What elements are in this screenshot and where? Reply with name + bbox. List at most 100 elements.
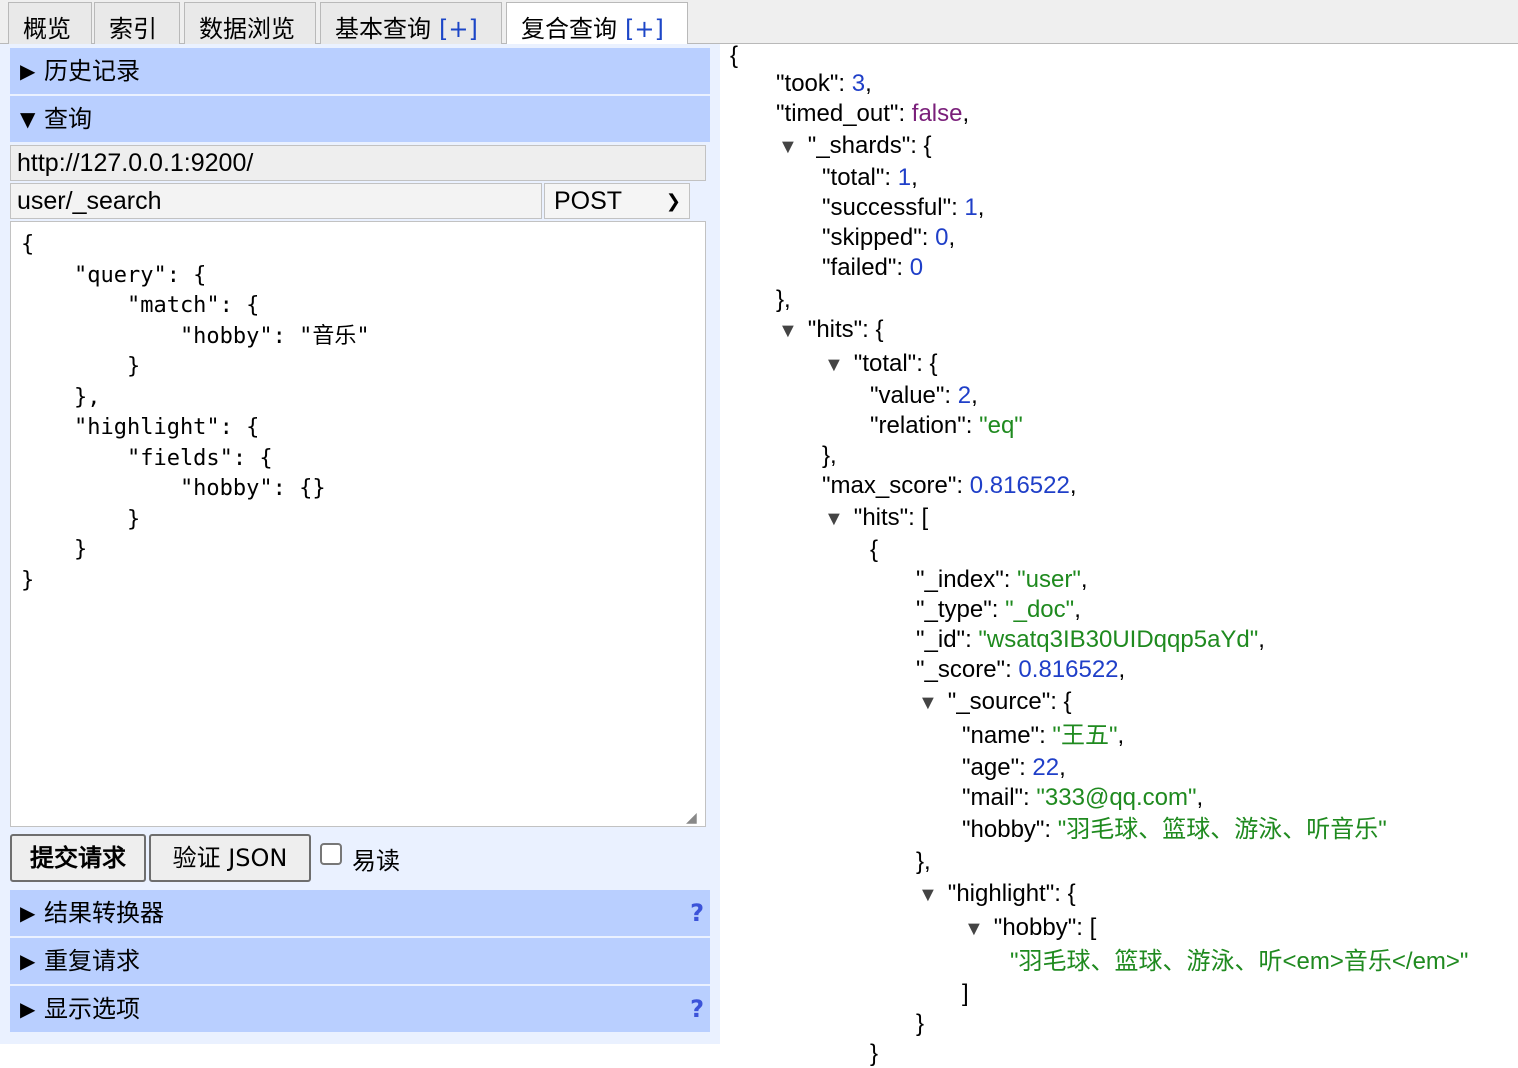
- json-line-score: "_score": 0.816522,: [916, 656, 1126, 683]
- json-line-shards-total: "total": 1,: [822, 164, 918, 191]
- json-value: 3: [851, 70, 866, 97]
- tab-label: 基本查询: [335, 15, 431, 43]
- json-line-index: "_index": "user",: [916, 566, 1088, 593]
- tab-basic-query[interactable]: 基本查询 [+]: [320, 2, 502, 44]
- tab-compound-query[interactable]: 复合查询 [+]: [506, 2, 688, 45]
- json-line-value: "value": 2,: [870, 382, 978, 409]
- json-line-age: "age": 22,: [962, 754, 1066, 781]
- collapse-triangle-icon[interactable]: ▼: [778, 320, 798, 342]
- json-line-relation: "relation": "eq": [870, 412, 1023, 439]
- chevron-down-icon: ❯: [665, 191, 681, 211]
- help-icon[interactable]: ?: [690, 890, 704, 936]
- collapse-triangle-icon[interactable]: ▼: [778, 136, 798, 158]
- json-value: 0.816522: [969, 472, 1070, 499]
- json-line-highlight-hobby: ▼ "hobby": [: [964, 914, 1097, 941]
- json-value: 0: [909, 254, 924, 281]
- json-brace: }: [870, 1040, 879, 1067]
- json-line-shards: ▼ "_shards": {: [778, 132, 932, 159]
- json-line-hits-total: ▼ "total": {: [824, 350, 938, 377]
- json-value: 0: [935, 224, 949, 251]
- query-panel: ▶ 历史记录 ▼ 查询 POST ❯ { "query": { "match":…: [0, 44, 720, 1044]
- json-value: "333@qq.com": [1036, 784, 1197, 811]
- validate-json-button[interactable]: 验证 JSON: [149, 834, 311, 882]
- tab-indices[interactable]: 索引: [94, 2, 180, 44]
- readable-checkbox[interactable]: [320, 843, 342, 865]
- triangle-right-icon: ▶: [20, 901, 36, 925]
- section-label: 重复请求: [44, 947, 140, 975]
- json-value: false: [911, 100, 963, 127]
- readable-label: 易读: [352, 847, 400, 875]
- json-line-name: "name": "王五",: [962, 722, 1125, 749]
- section-label: 结果转换器: [44, 899, 164, 927]
- resize-handle-icon[interactable]: ◢: [686, 809, 697, 826]
- request-body-editor[interactable]: { "query": { "match": { "hobby": "音乐" } …: [10, 221, 706, 827]
- json-brace: {: [870, 536, 879, 563]
- json-line-shards-successful: "successful": 1,: [822, 194, 985, 221]
- method-value: POST: [554, 187, 623, 215]
- tab-add-link[interactable]: [+]: [625, 15, 664, 43]
- json-brace: }: [916, 1010, 925, 1037]
- tab-label: 复合查询: [521, 15, 617, 43]
- collapse-triangle-icon[interactable]: ▼: [918, 692, 938, 714]
- json-line-shards-skipped: "skipped": 0,: [822, 224, 956, 251]
- json-line-id: "_id": "wsatq3IB30UIDqqp5aYd",: [916, 626, 1265, 653]
- section-result-transformer[interactable]: ▶ 结果转换器 ?: [10, 890, 710, 936]
- tab-label: 概览: [23, 15, 71, 43]
- json-value: "eq": [979, 412, 1023, 439]
- json-line-highlight: ▼ "highlight": {: [918, 880, 1076, 907]
- triangle-right-icon: ▶: [20, 949, 36, 973]
- json-value: "羽毛球、篮球、游泳、听<em>音乐</em>": [1010, 948, 1469, 975]
- json-brace: },: [916, 848, 931, 875]
- tab-label: 索引: [109, 15, 157, 43]
- json-brace: {: [730, 42, 739, 69]
- json-line-hits: ▼ "hits": {: [778, 316, 884, 343]
- json-line-mail: "mail": "333@qq.com",: [962, 784, 1204, 811]
- json-value: "羽毛球、篮球、游泳、听音乐": [1057, 816, 1387, 843]
- json-line-max-score: "max_score": 0.816522,: [822, 472, 1077, 499]
- json-line-highlight-value: "羽毛球、篮球、游泳、听<em>音乐</em>": [1010, 948, 1468, 976]
- tab-add-link[interactable]: [+]: [439, 15, 478, 43]
- json-value: "王五": [1052, 722, 1118, 749]
- http-method-select[interactable]: POST ❯: [544, 183, 690, 219]
- section-display-options[interactable]: ▶ 显示选项 ?: [10, 986, 710, 1032]
- json-value: "_doc": [1005, 596, 1075, 623]
- json-line-source: ▼ "_source": {: [918, 688, 1072, 715]
- section-label: 显示选项: [44, 995, 140, 1023]
- collapse-triangle-icon[interactable]: ▼: [824, 508, 844, 530]
- json-value: "user": [1017, 566, 1081, 593]
- tab-browser[interactable]: 数据浏览: [184, 2, 316, 44]
- triangle-right-icon: ▶: [20, 59, 36, 83]
- json-line-shards-failed: "failed": 0: [822, 254, 924, 281]
- json-brace: },: [776, 286, 791, 313]
- submit-request-button[interactable]: 提交请求: [10, 834, 146, 882]
- collapse-triangle-icon[interactable]: ▼: [964, 918, 984, 940]
- json-value: 1: [897, 164, 912, 191]
- json-line-hits-array: ▼ "hits": [: [824, 504, 929, 531]
- json-value: 1: [964, 194, 978, 221]
- section-repeat-request[interactable]: ▶ 重复请求: [10, 938, 710, 984]
- json-line-hobby: "hobby": "羽毛球、篮球、游泳、听音乐": [962, 816, 1387, 843]
- json-brace: },: [822, 442, 837, 469]
- response-viewer: { "took": 3, "timed_out": false, ▼ "_shar…: [730, 38, 1518, 1068]
- section-query[interactable]: ▼ 查询: [10, 96, 710, 142]
- section-history[interactable]: ▶ 历史记录: [10, 48, 710, 94]
- tab-overview[interactable]: 概览: [8, 2, 92, 44]
- section-label: 查询: [44, 105, 92, 133]
- request-path-input[interactable]: [10, 183, 542, 219]
- json-value: 22: [1032, 754, 1060, 781]
- json-value: 0.816522: [1018, 656, 1119, 683]
- collapse-triangle-icon[interactable]: ▼: [918, 884, 938, 906]
- json-line-took: "took": 3,: [776, 70, 872, 97]
- triangle-right-icon: ▶: [20, 997, 36, 1021]
- triangle-down-icon: ▼: [20, 107, 36, 131]
- json-value: 2: [957, 382, 972, 409]
- section-label: 历史记录: [44, 57, 140, 85]
- json-line-type: "_type": "_doc",: [916, 596, 1081, 623]
- tab-label: 数据浏览: [199, 15, 295, 43]
- json-line-timed-out: "timed_out": false,: [776, 100, 970, 127]
- json-brace: ]: [962, 980, 969, 1007]
- help-icon[interactable]: ?: [690, 986, 704, 1032]
- json-value: "wsatq3IB30UIDqqp5aYd": [978, 626, 1259, 653]
- collapse-triangle-icon[interactable]: ▼: [824, 354, 844, 376]
- server-url-input[interactable]: [10, 145, 706, 181]
